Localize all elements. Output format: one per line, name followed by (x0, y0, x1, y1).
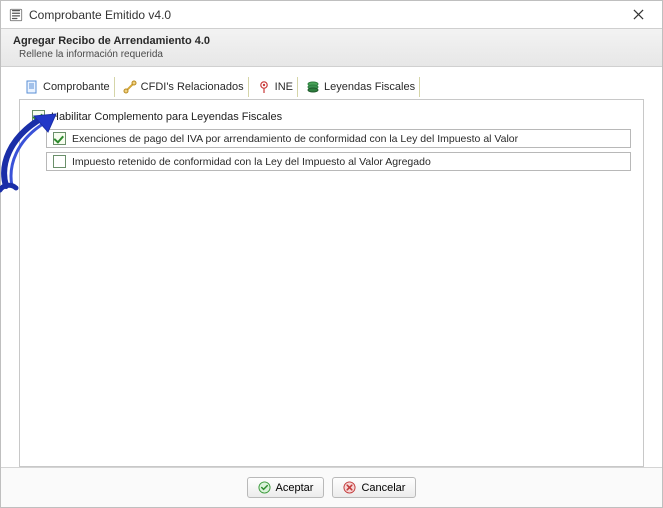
cancel-circle-icon (343, 481, 356, 494)
app-icon (9, 8, 23, 22)
leyenda-text: Impuesto retenido de conformidad con la … (72, 156, 431, 168)
check-circle-icon (258, 481, 271, 494)
leyenda-checkbox-1[interactable] (53, 155, 66, 168)
enable-complemento-row: Habilitar Complemento para Leyendas Fisc… (32, 110, 631, 123)
accept-button[interactable]: Aceptar (247, 477, 325, 498)
tab-label: Leyendas Fiscales (324, 81, 415, 93)
page-hint: Rellene la información requerida (13, 49, 650, 60)
leyenda-checkbox-0[interactable] (53, 132, 66, 145)
leyenda-text: Exenciones de pago del IVA por arrendami… (72, 133, 518, 145)
tab-strip: Comprobante CFDI's Relacionados INE Leye… (19, 77, 644, 97)
tab-label: CFDI's Relacionados (141, 81, 244, 93)
enable-complemento-label: Habilitar Complemento para Leyendas Fisc… (51, 111, 282, 123)
leyendas-panel: Habilitar Complemento para Leyendas Fisc… (19, 99, 644, 467)
pin-icon (257, 80, 271, 94)
leyenda-row: Exenciones de pago del IVA por arrendami… (46, 129, 631, 148)
tab-cfdi-relacionados[interactable]: CFDI's Relacionados (121, 77, 249, 97)
cancel-button[interactable]: Cancelar (332, 477, 416, 498)
tab-ine[interactable]: INE (255, 77, 298, 97)
link-icon (123, 80, 137, 94)
accept-label: Aceptar (276, 482, 314, 494)
document-icon (25, 80, 39, 94)
leyenda-row: Impuesto retenido de conformidad con la … (46, 152, 631, 171)
tab-leyendas-fiscales[interactable]: Leyendas Fiscales (304, 77, 420, 97)
header-band: Agregar Recibo de Arrendamiento 4.0 Rell… (1, 29, 662, 67)
window: Comprobante Emitido v4.0 Agregar Recibo … (0, 0, 663, 508)
body-area: Comprobante CFDI's Relacionados INE Leye… (1, 67, 662, 467)
window-title: Comprobante Emitido v4.0 (29, 8, 620, 22)
footer-bar: Aceptar Cancelar (1, 467, 662, 507)
cancel-label: Cancelar (361, 482, 405, 494)
enable-complemento-checkbox[interactable] (32, 110, 45, 123)
tab-comprobante[interactable]: Comprobante (23, 77, 115, 97)
titlebar: Comprobante Emitido v4.0 (1, 1, 662, 29)
stack-icon (306, 80, 320, 94)
tab-label: INE (275, 81, 293, 93)
tab-label: Comprobante (43, 81, 110, 93)
page-subtitle: Agregar Recibo de Arrendamiento 4.0 (13, 35, 650, 47)
close-button[interactable] (620, 4, 656, 26)
